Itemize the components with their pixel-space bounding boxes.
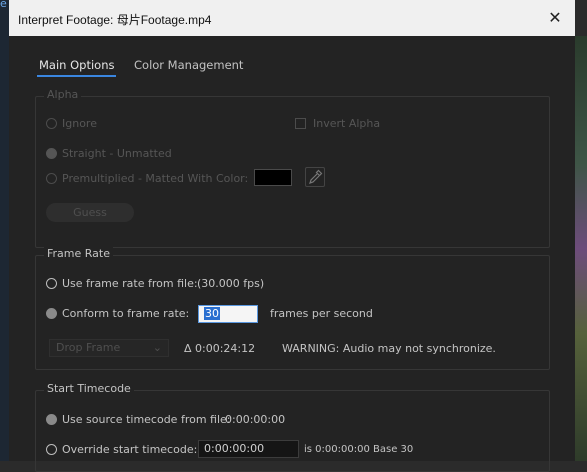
- alpha-legend: Alpha: [44, 88, 82, 101]
- file-frame-rate-value: (30.000 fps): [197, 277, 265, 290]
- dialog-content: Main Options Color Management Alpha Igno…: [17, 36, 568, 472]
- drop-frame-label: Drop Frame: [56, 341, 121, 354]
- matte-color-swatch[interactable]: [254, 169, 292, 186]
- conform-frame-rate-input[interactable]: 30: [198, 305, 258, 323]
- use-file-frame-rate-label: Use frame rate from file:: [62, 277, 198, 290]
- conform-frame-rate-value: 30: [204, 307, 220, 320]
- tab-main-options[interactable]: Main Options: [36, 58, 117, 77]
- use-file-frame-rate-radio[interactable]: [46, 278, 57, 289]
- background-image-strip: [575, 36, 587, 461]
- ignore-radio[interactable]: [46, 118, 57, 129]
- close-icon[interactable]: ✕: [535, 0, 575, 36]
- override-timecode-label: Override start timecode:: [62, 443, 198, 456]
- fps-unit-label: frames per second: [270, 307, 373, 320]
- straight-unmatted-radio[interactable]: [46, 148, 57, 159]
- start-timecode-legend: Start Timecode: [44, 382, 134, 395]
- override-timecode-info: is 0:00:00:00 Base 30: [304, 444, 414, 455]
- ignore-label: Ignore: [62, 117, 97, 130]
- straight-unmatted-label: Straight - Unmatted: [62, 147, 172, 160]
- guess-button[interactable]: Guess: [46, 203, 134, 222]
- use-source-timecode-label: Use source timecode from file:: [62, 413, 231, 426]
- drop-frame-select[interactable]: Drop Frame ⌄: [49, 339, 169, 357]
- frame-rate-group: Frame Rate Use frame rate from file: (30…: [35, 247, 550, 370]
- chevron-down-icon: ⌄: [152, 341, 162, 354]
- override-timecode-input[interactable]: 0:00:00:00: [198, 440, 299, 458]
- tab-color-management[interactable]: Color Management: [134, 58, 243, 72]
- title-bar: Interpret Footage: 母片Footage.mp4 ✕: [9, 0, 575, 36]
- interpret-footage-dialog: Interpret Footage: 母片Footage.mp4 ✕ Main …: [9, 0, 575, 472]
- conform-frame-rate-label: Conform to frame rate:: [62, 307, 190, 320]
- frame-rate-legend: Frame Rate: [44, 247, 113, 260]
- invert-alpha-checkbox[interactable]: [295, 118, 306, 129]
- background-app-strip: e: [0, 0, 9, 461]
- alpha-group: Alpha Ignore Invert Alpha Straight - Unm…: [35, 88, 550, 248]
- duration-delta: Δ 0:00:24:12: [184, 342, 256, 355]
- eyedropper-icon[interactable]: [305, 167, 325, 187]
- window-title: Interpret Footage: 母片Footage.mp4: [18, 13, 212, 27]
- source-timecode-value: 0:00:00:00: [225, 413, 286, 426]
- premultiplied-radio[interactable]: [46, 173, 57, 184]
- start-timecode-group: Start Timecode Use source timecode from …: [35, 382, 550, 472]
- use-source-timecode-radio[interactable]: [46, 414, 57, 425]
- background-app-text: e: [0, 0, 7, 10]
- invert-alpha-label: Invert Alpha: [313, 117, 381, 130]
- premultiplied-label: Premultiplied - Matted With Color:: [62, 172, 249, 185]
- conform-frame-rate-radio[interactable]: [46, 308, 57, 319]
- audio-sync-warning: WARNING: Audio may not synchronize.: [282, 342, 496, 355]
- override-timecode-radio[interactable]: [46, 444, 57, 455]
